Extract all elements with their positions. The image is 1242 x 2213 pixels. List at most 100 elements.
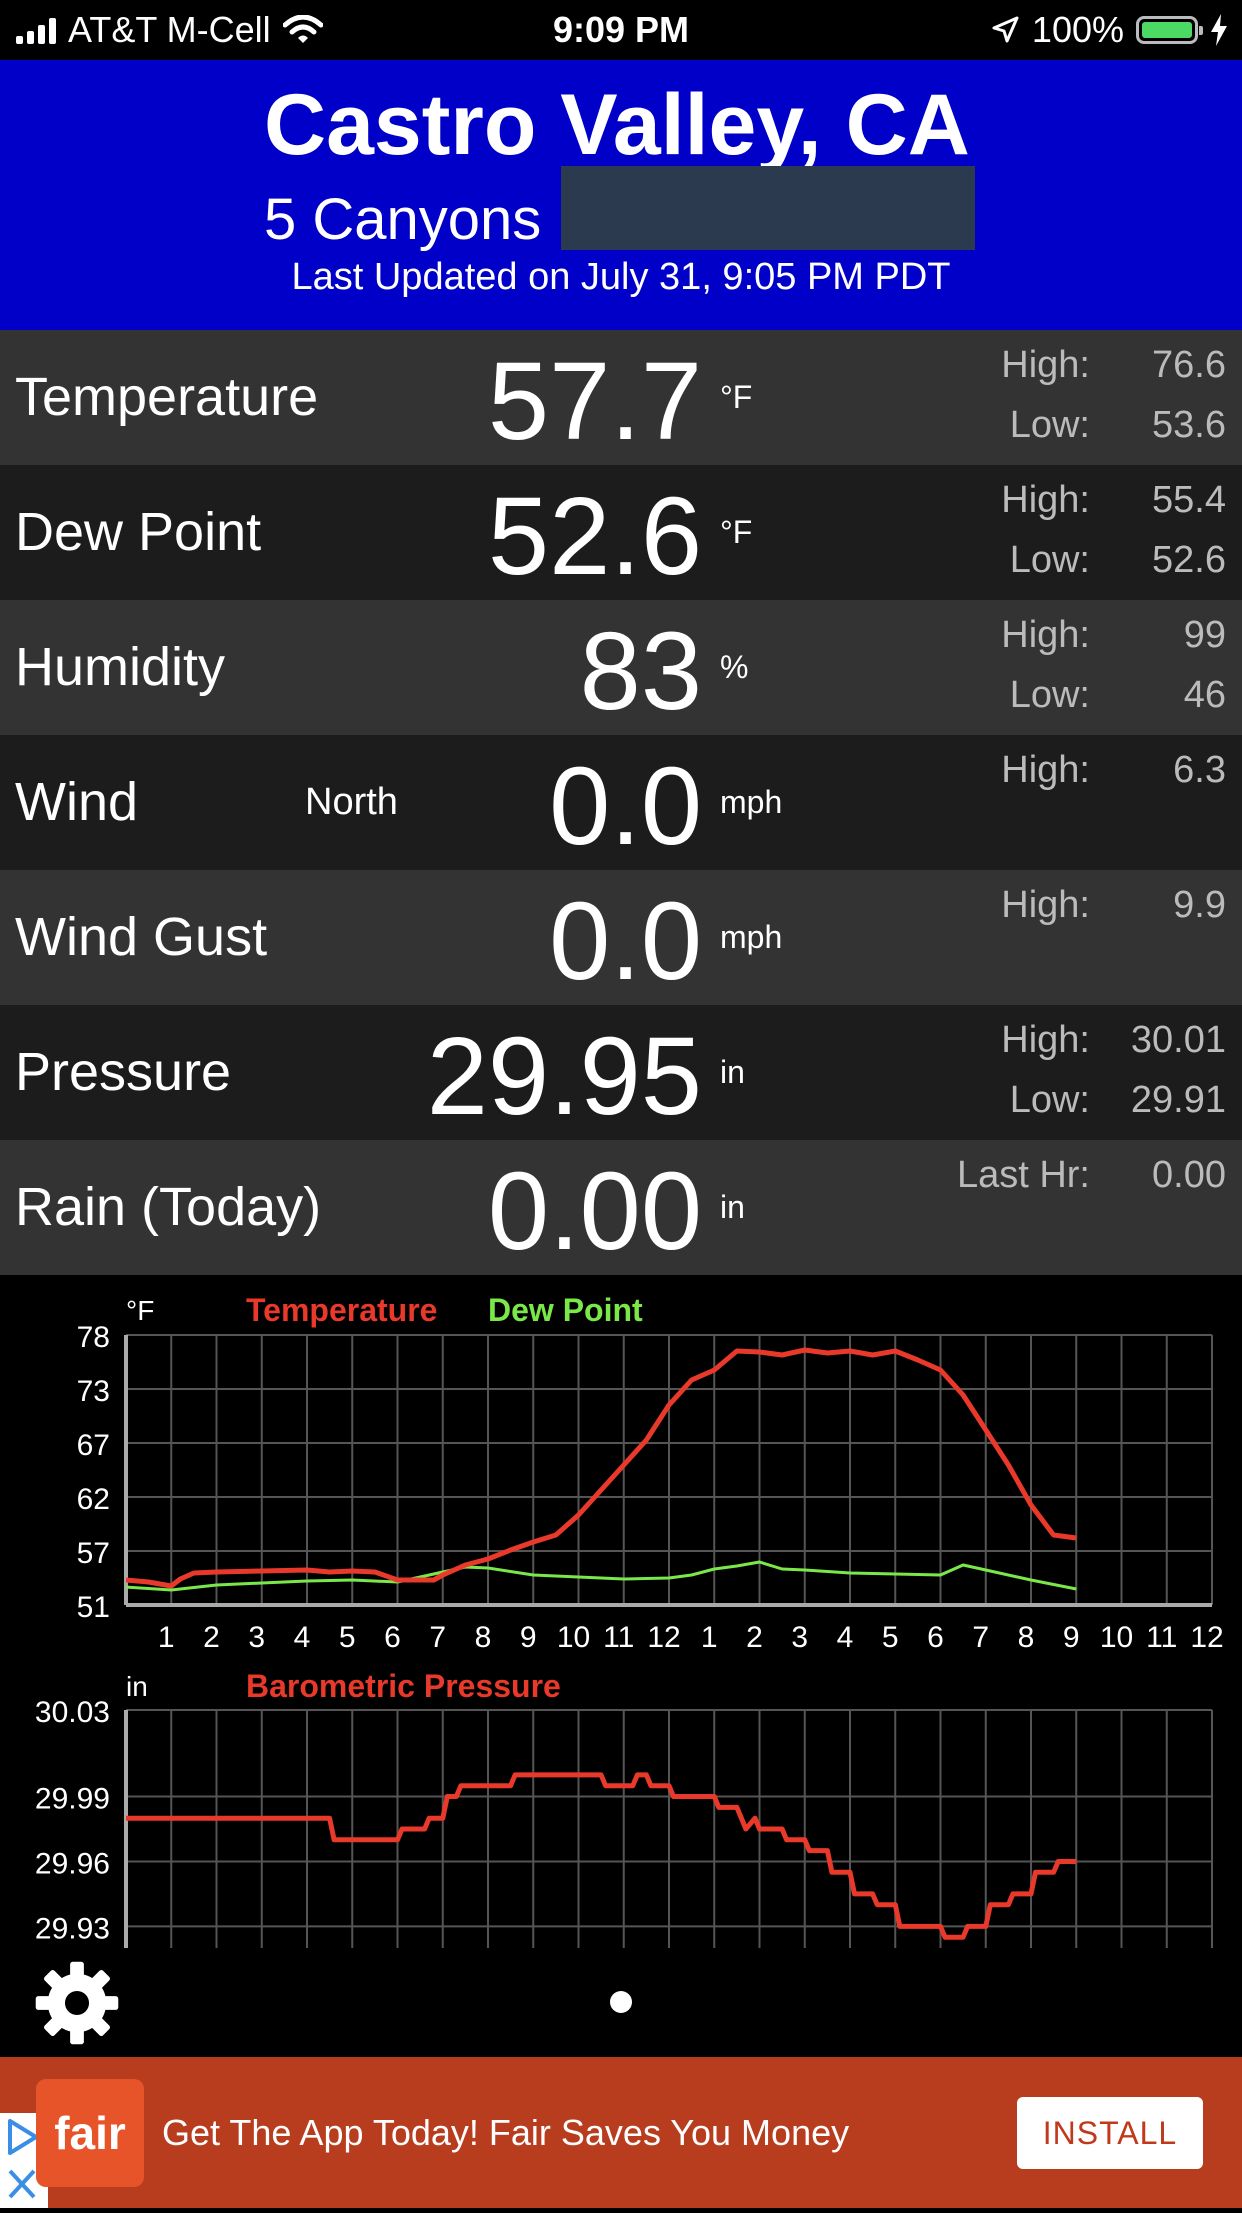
high-label: High: — [1001, 884, 1090, 926]
row-value: 0.00 — [487, 1150, 702, 1273]
y-tick-label: 29.96 — [35, 1847, 110, 1880]
low-label: Low: — [1009, 404, 1090, 446]
row-unit: in — [720, 1189, 745, 1225]
low-value: 53.6 — [1152, 404, 1226, 446]
city-title: Castro Valley, CA — [264, 77, 970, 173]
x-tick-label: 9 — [520, 1621, 537, 1654]
high-value: 99 — [1183, 614, 1226, 656]
ad-text[interactable]: Get The App Today! Fair Saves You Money — [162, 2057, 849, 2208]
row-wind-gust[interactable]: Wind Gust 0.0 mph High: 9.9 — [0, 870, 1242, 1005]
x-tick-label: 11 — [603, 1621, 634, 1654]
row-value: 52.6 — [487, 475, 702, 598]
low-value: 52.6 — [1152, 539, 1226, 581]
y-tick-label: 62 — [77, 1483, 110, 1516]
row-label: Humidity — [15, 637, 226, 697]
legend-entry-dew-point: Dew Point — [488, 1292, 643, 1328]
x-tick-label: 12 — [647, 1621, 680, 1654]
low-label: Low: — [1009, 674, 1090, 716]
y-tick-label: 78 — [77, 1321, 110, 1354]
chart-unit-label: in — [126, 1671, 148, 1702]
settings-gear-icon[interactable] — [34, 1960, 120, 2046]
x-tick-label: 5 — [339, 1621, 356, 1654]
last-hour-value: 0.00 — [1152, 1154, 1226, 1196]
low-label: Low: — [1009, 1079, 1090, 1121]
temperature-chart[interactable]: °F Temperature Dew Point 78 73 67 62 57 51 1 2 3 4 5 6… — [0, 1275, 1242, 1660]
row-humidity[interactable]: Humidity 83 % High: 99 Low: 46 — [0, 600, 1242, 735]
y-tick-label: 30.03 — [35, 1696, 110, 1729]
row-rain-today[interactable]: Rain (Today) 0.00 in Last Hr: 0.00 — [0, 1140, 1242, 1275]
x-tick-label: 10 — [557, 1621, 590, 1654]
x-tick-label: 6 — [384, 1621, 401, 1654]
install-button[interactable]: INSTALL — [1017, 2097, 1203, 2169]
pressure-series-line — [126, 1772, 1077, 1940]
x-tick-label: 4 — [294, 1621, 311, 1654]
low-label: Low: — [1009, 539, 1090, 581]
x-tick-label: 7 — [972, 1621, 989, 1654]
location-header: Castro Valley, CA 5 Canyons Last Updated… — [0, 60, 1242, 330]
row-label: Dew Point — [15, 502, 262, 562]
row-unit: °F — [720, 514, 753, 550]
x-tick-label: 5 — [882, 1621, 899, 1654]
row-label: Pressure — [15, 1042, 232, 1102]
x-tick-label: 6 — [927, 1621, 944, 1654]
x-tick-label: 1 — [158, 1621, 175, 1654]
row-temperature[interactable]: Temperature 57.7 °F High: 76.6 Low: 53.6 — [0, 330, 1242, 465]
ad-banner[interactable]: fair Get The App Today! Fair Saves You M… — [0, 2057, 1242, 2208]
high-label: High: — [1001, 1019, 1090, 1061]
ad-brand-logo[interactable]: fair — [36, 2079, 144, 2187]
high-value: 55.4 — [1152, 479, 1226, 521]
low-value: 46 — [1183, 674, 1226, 716]
row-value: 83 — [579, 610, 702, 733]
row-unit: mph — [720, 784, 783, 820]
row-value: 0.0 — [549, 745, 702, 868]
row-pressure[interactable]: Pressure 29.95 in High: 30.01 Low: 29.91 — [0, 1005, 1242, 1140]
pressure-chart-svg: in Barometric Pressure 30.03 29.99 29.96 29.9… — [35, 1668, 1213, 1948]
row-label: Wind Gust — [15, 907, 268, 967]
legend-entry-barometric-pressure: Barometric Pressure — [246, 1668, 561, 1704]
row-unit: % — [720, 649, 749, 685]
x-tick-label: 8 — [475, 1621, 492, 1654]
temperature-chart-svg: °F Temperature Dew Point7873676257511 2 3 4 5 6… — [77, 1292, 1224, 1654]
high-value: 9.9 — [1173, 884, 1226, 926]
row-dew-point[interactable]: Dew Point 52.6 °F High: 55.4 Low: 52.6 — [0, 465, 1242, 600]
y-tick-label: 73 — [77, 1375, 110, 1408]
x-tick-label: 1 — [701, 1621, 718, 1654]
high-label: High: — [1001, 344, 1090, 386]
high-value: 76.6 — [1152, 344, 1226, 386]
high-label: High: — [1001, 749, 1090, 791]
low-value: 29.91 — [1130, 1079, 1226, 1121]
high-value: 6.3 — [1173, 749, 1226, 791]
y-tick-label: 29.99 — [35, 1783, 110, 1816]
row-label: Wind — [15, 772, 139, 832]
x-tick-label: 2 — [203, 1621, 220, 1654]
x-tick-label: 8 — [1018, 1621, 1035, 1654]
battery-icon — [1136, 16, 1203, 44]
pressure-chart[interactable]: in Barometric Pressure 30.03 29.99 29.96 29.9… — [0, 1660, 1242, 1948]
last-updated: Last Updated on July 31, 9:05 PM PDT — [291, 256, 951, 298]
page-indicator-dot[interactable] — [610, 1991, 632, 2013]
y-tick-label: 29.93 — [35, 1912, 110, 1945]
row-value: 57.7 — [487, 340, 702, 463]
row-value: 0.0 — [549, 880, 702, 1003]
x-tick-label: 12 — [1190, 1621, 1223, 1654]
location-arrow-icon — [992, 16, 1019, 43]
status-bar: AT&T M-Cell 9:09 PM 100% — [0, 0, 1242, 60]
high-label: High: — [1001, 614, 1090, 656]
chart-unit-label: °F — [126, 1295, 154, 1326]
dew-point-series-line — [125, 1560, 1077, 1592]
x-tick-label: 11 — [1146, 1621, 1177, 1654]
x-tick-label: 10 — [1100, 1621, 1133, 1654]
row-unit: in — [720, 1054, 745, 1090]
legend-entry-temperature: Temperature — [246, 1292, 437, 1328]
row-wind[interactable]: Wind North 0.0 mph High: 6.3 — [0, 735, 1242, 870]
x-tick-label: 4 — [837, 1621, 854, 1654]
high-value: 30.01 — [1130, 1019, 1226, 1061]
x-tick-label: 7 — [429, 1621, 446, 1654]
y-tick-label: 57 — [77, 1537, 110, 1570]
x-tick-label: 9 — [1063, 1621, 1080, 1654]
x-tick-label: 3 — [791, 1621, 808, 1654]
high-label: High: — [1001, 479, 1090, 521]
row-label: Rain (Today) — [15, 1177, 322, 1237]
row-label: Temperature — [15, 367, 319, 427]
row-unit: °F — [720, 379, 753, 415]
